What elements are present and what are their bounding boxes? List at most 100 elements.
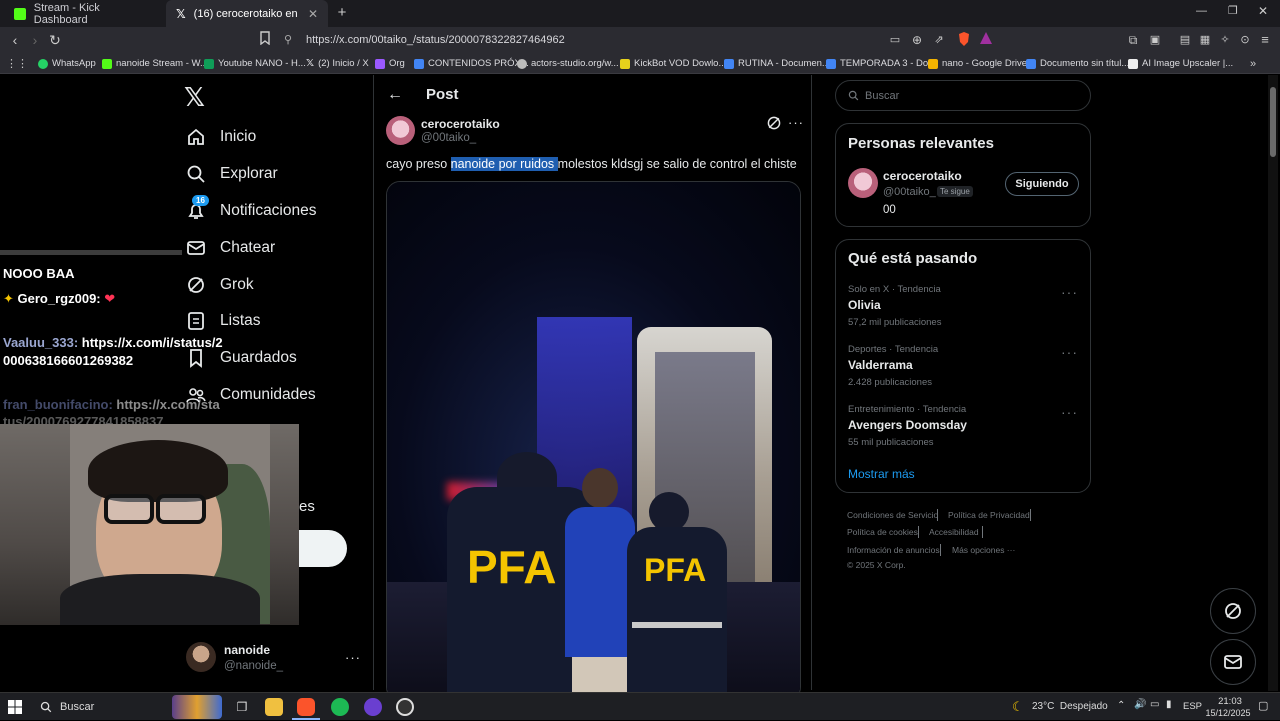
bookmark-youtube-nano[interactable]: Youtube NANO - H... [204,56,306,71]
zoom-icon[interactable]: ⊕ [908,31,926,49]
bookmark-rutina[interactable]: RUTINA - Documen... [724,56,830,71]
vpn-icon[interactable]: ⊙ [1236,31,1254,49]
post-button[interactable] [299,530,347,567]
x-logo-icon: 𝕏 [176,6,186,21]
relevant-name[interactable]: cerocerotaiko [883,169,962,183]
site-info-icon[interactable]: ⚲ [284,33,292,46]
bookmark-org[interactable]: Org [375,56,405,71]
x-logo-icon[interactable]: 𝕏 [184,84,205,110]
footer-link[interactable]: Información de anuncios [847,545,940,555]
bookmark-documento[interactable]: Documento sin títul... [1026,56,1129,71]
back-arrow-icon[interactable]: ← [387,86,403,104]
tab-x-post[interactable]: 𝕏 (16) cerocerotaiko en X: "cayo p... ✕ [166,0,328,27]
apps-grid-icon[interactable]: ⋮⋮ [6,56,28,71]
extensions-icon[interactable]: ⧉ [1124,31,1142,49]
address-bar[interactable]: ⚲ https://x.com/00taiko_/status/20000783… [278,29,878,51]
bookmark-contenidos[interactable]: CONTENIDOS PRÓX... [414,56,529,71]
bookmark-page-icon[interactable] [256,31,274,49]
clock-time[interactable]: 21:03 [1210,696,1250,707]
footer-link[interactable]: Política de cookies [847,527,918,537]
detainee-body [565,507,635,657]
page-scrollbar[interactable] [1268,75,1278,691]
scrollbar-thumb[interactable] [1270,87,1276,157]
nav-item-chatear[interactable]: Chatear [186,233,275,263]
more-icon[interactable]: ··· [1061,284,1078,300]
bookmark-whatsapp[interactable]: WhatsApp [38,56,96,71]
footer-link[interactable]: Condiciones de Servicio [847,510,938,520]
network-icon[interactable]: ▭ [1150,699,1159,710]
back-icon[interactable]: ‹ [6,31,24,49]
search-highlight-image[interactable] [172,695,222,719]
obs-icon[interactable] [396,698,414,716]
microphone-icon[interactable]: ▮ [1166,699,1172,710]
more-icon[interactable]: ··· [1061,404,1078,420]
nav-item-explorar[interactable]: Explorar [186,159,278,189]
show-more-link[interactable]: Mostrar más [848,467,915,481]
author-avatar[interactable] [386,116,415,145]
brave-rewards-icon[interactable] [977,31,995,49]
windows-start-icon[interactable] [8,700,22,719]
nav-item-inicio[interactable]: Inicio [186,122,256,152]
weather-text[interactable]: 23°C Despejado [1032,701,1108,712]
notification-center-icon[interactable]: ▢ [1258,699,1268,712]
search-input[interactable]: Buscar [835,80,1091,111]
bookmark-actors-studio[interactable]: actors-studio.org/w... [517,56,619,71]
close-window-icon[interactable]: ✕ [1258,4,1268,18]
clock-date[interactable]: 15/12/2025 [1200,708,1256,718]
share-icon[interactable]: ⇗ [930,31,948,49]
close-tab-icon[interactable]: ✕ [308,7,318,21]
reload-icon[interactable]: ↻ [46,31,64,49]
plus-icon[interactable]: + [334,5,350,21]
chevron-up-icon[interactable]: ⌃ [1117,700,1125,711]
spotify-icon[interactable] [331,698,349,716]
forward-icon[interactable]: › [26,31,44,49]
grok-icon [188,277,204,293]
tab-group-icon[interactable]: ▦ [1196,31,1214,49]
avatar[interactable] [186,642,216,672]
more-options-icon[interactable]: ··· [788,115,804,130]
bookmark-temporada[interactable]: TEMPORADA 3 - Do... [826,56,936,71]
footer-link[interactable]: Más opciones ··· [952,545,1015,555]
account-name[interactable]: nanoide [224,643,270,657]
trend-item[interactable]: Solo en X · Tendencia Olivia 57,2 mil pu… [848,284,1080,328]
leo-ai-icon[interactable]: ✧ [1216,31,1234,49]
footer-link[interactable]: Accesibilidad [929,527,979,537]
wallet-icon[interactable]: ▣ [1146,31,1164,49]
brave-shield-icon[interactable] [955,31,973,49]
following-button[interactable]: Siguiendo [1005,172,1079,196]
tab-kick-dashboard[interactable]: Stream - Kick Dashboard [4,0,164,27]
bookmark-kickbot[interactable]: KickBot VOD Dowlo... [620,56,726,71]
task-view-icon[interactable]: ❐ [233,698,251,716]
bookmark-google-drive[interactable]: nano - Google Drive [928,56,1027,71]
nav-item-notificaciones[interactable]: 16 Notificaciones [186,195,317,226]
author-name[interactable]: cerocerotaiko [421,117,500,131]
sidebar-icon[interactable]: ▤ [1176,31,1194,49]
trending-card: Qué está pasando Solo en X · Tendencia O… [835,239,1091,493]
more-icon[interactable]: ··· [345,650,361,665]
avatar[interactable] [848,168,878,198]
nav-item-grok[interactable]: Grok [186,270,254,300]
tab-label: (16) cerocerotaiko en X: "cayo p... [193,7,300,20]
trend-item[interactable]: Deportes · Tendencia Valderrama 2.428 pu… [848,344,1080,388]
bookmark-inicio-x[interactable]: 𝕏 (2) Inicio / X [306,56,369,71]
bookmark-ai-upscaler[interactable]: AI Image Upscaler |... [1128,56,1233,71]
file-explorer-icon[interactable] [265,698,283,716]
screen-icon[interactable]: ▭ [886,31,904,49]
grok-floating-button[interactable] [1210,588,1256,634]
more-icon[interactable]: ··· [1061,344,1078,360]
post-image[interactable]: PFA PFA [386,181,801,701]
speaker-icon[interactable]: 🔊 [1134,699,1146,710]
nav-item-listas[interactable]: Listas [186,306,261,336]
messages-floating-button[interactable] [1210,639,1256,685]
trend-item[interactable]: Entretenimiento · Tendencia Avengers Doo… [848,404,1080,448]
footer-link[interactable]: Política de Privacidad [948,510,1030,520]
more-bookmarks-icon[interactable]: » [1250,56,1256,71]
minimize-icon[interactable]: — [1196,5,1207,17]
author-handle[interactable]: @00taiko_ [421,132,476,144]
restore-icon[interactable]: ❐ [1228,4,1238,17]
brave-browser-icon[interactable] [297,698,315,716]
menu-icon[interactable]: ≡ [1256,31,1274,49]
bookmark-nanoide-stream[interactable]: nanoide Stream - W... [102,56,208,71]
grok-explain-icon[interactable] [766,115,782,136]
discord-icon[interactable] [364,698,382,716]
